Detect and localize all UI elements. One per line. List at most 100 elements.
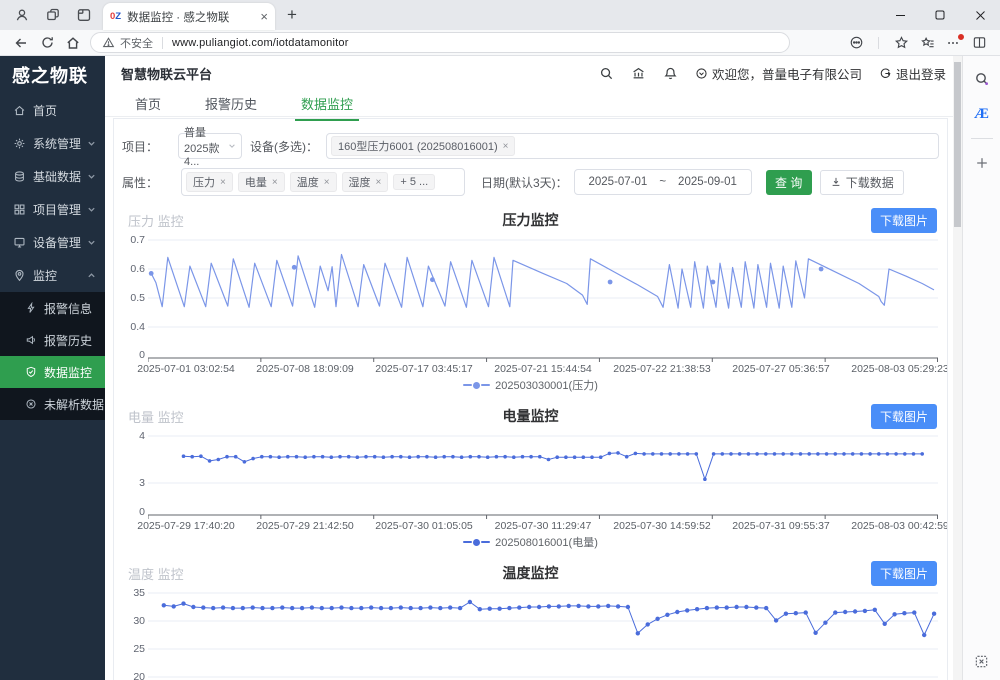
- back-icon[interactable]: [8, 32, 34, 54]
- download-image-button[interactable]: 下载图片: [871, 208, 937, 233]
- speaker-icon: [25, 334, 37, 346]
- home-icon[interactable]: [60, 32, 86, 54]
- building-icon[interactable]: [631, 66, 646, 81]
- new-tab-button[interactable]: +: [287, 5, 297, 25]
- legend-marker: [463, 541, 472, 543]
- site-favicon: 0Z: [110, 11, 121, 22]
- tag-remove-icon[interactable]: ×: [272, 177, 278, 188]
- submenu-item-unparsed-data[interactable]: 未解析数据: [0, 388, 105, 420]
- attr-tag[interactable]: 湿度×: [342, 172, 389, 192]
- favorites-star-icon[interactable]: [888, 32, 914, 54]
- browser-tab-strip: 0Z 数据监控 · 感之物联 × +: [0, 0, 1000, 30]
- browser-tab[interactable]: 0Z 数据监控 · 感之物联 ×: [103, 3, 275, 30]
- attr-tag[interactable]: 温度×: [290, 172, 337, 192]
- download-image-button[interactable]: 下载图片: [871, 561, 937, 586]
- reader-icon[interactable]: [843, 32, 869, 54]
- temperature-chart-plot: [148, 591, 938, 680]
- temperature-chart-section: 温度 监控 温度监控 下载图片 35302520: [122, 561, 939, 680]
- close-button[interactable]: [960, 0, 1000, 30]
- download-image-button[interactable]: 下载图片: [871, 404, 937, 429]
- search-icon[interactable]: [599, 66, 614, 81]
- attr-tag[interactable]: 压力×: [186, 172, 233, 192]
- attr-more-tag[interactable]: + 5 ...: [393, 174, 435, 190]
- date-range-picker[interactable]: 2025-07-01 ~ 2025-09-01: [574, 169, 752, 195]
- address-bar[interactable]: 不安全 www.puliangiot.com/iotdatamonitor: [90, 32, 790, 53]
- collections-icon[interactable]: [914, 32, 940, 54]
- divider: [878, 37, 879, 49]
- y-axis-labels: 430: [122, 434, 148, 519]
- chart-title: 电量监控: [122, 406, 939, 426]
- chart-legend[interactable]: 202508016001(电量): [122, 535, 939, 549]
- not-secure-warning-icon: [102, 36, 115, 49]
- chevron-down-icon: [87, 205, 96, 214]
- home-icon: [13, 104, 26, 117]
- minimize-button[interactable]: [880, 0, 920, 30]
- tag-remove-icon[interactable]: ×: [324, 177, 330, 188]
- device-tag[interactable]: 160型压力6001 (202508016001)×: [331, 136, 515, 156]
- chevron-down-icon: [87, 172, 96, 181]
- device-icon: [13, 236, 26, 249]
- x-axis-labels: 2025-07-01 03:02:542025-07-08 18:09:0920…: [148, 362, 939, 374]
- attr-tags-box[interactable]: 压力×电量×温度×湿度×+ 5 ...: [181, 168, 465, 196]
- browser-toolbar: 不安全 www.puliangiot.com/iotdatamonitor: [0, 30, 1000, 56]
- workspaces-icon[interactable]: [41, 3, 65, 27]
- query-button[interactable]: 查 询: [766, 170, 812, 195]
- sidebar-item-devices[interactable]: 设备管理: [0, 226, 105, 259]
- sidebar-item-monitor[interactable]: 监控: [0, 259, 105, 292]
- date-label: 日期(默认3天)：: [481, 174, 568, 191]
- chart-side-label: 压力 监控: [128, 211, 184, 230]
- add-sidebar-app-icon[interactable]: [971, 152, 993, 174]
- logout-button[interactable]: 退出登录: [879, 64, 946, 83]
- tab-alarm-history[interactable]: 报警历史: [201, 91, 261, 121]
- chart-side-label: 温度 监控: [128, 564, 184, 583]
- submenu-item-data-monitor[interactable]: 数据监控: [0, 356, 105, 388]
- project-label: 项目：: [122, 138, 158, 155]
- bolt-icon: [25, 302, 37, 314]
- device-multiselect[interactable]: 160型压力6001 (202508016001)×: [326, 133, 939, 159]
- y-axis-labels: 0.70.60.50.40: [122, 238, 148, 362]
- capture-tool-icon[interactable]: [971, 650, 993, 672]
- page-tabs: 首页 报警历史 数据监控: [105, 91, 962, 117]
- tab-data-monitor[interactable]: 数据监控: [297, 91, 357, 121]
- database-icon: [13, 170, 26, 183]
- chart-title: 温度监控: [122, 563, 939, 583]
- more-menu-icon[interactable]: [940, 32, 966, 54]
- content-card: 项目： 普量2025款4... 设备(多选)： 160型压力6001 (2025…: [113, 118, 948, 680]
- copilot-icon[interactable]: Æ: [971, 103, 993, 125]
- sidebar-search-icon[interactable]: [971, 68, 993, 90]
- attr-tag[interactable]: 电量×: [238, 172, 285, 192]
- sidebar-item-basedata[interactable]: 基础数据: [0, 160, 105, 193]
- submenu-item-alarm-history[interactable]: 报警历史: [0, 324, 105, 356]
- refresh-icon[interactable]: [34, 32, 60, 54]
- location-pin-icon: [13, 269, 26, 282]
- chart-side-label: 电量 监控: [128, 407, 184, 426]
- sidebar-item-projects[interactable]: 项目管理: [0, 193, 105, 226]
- download-data-button[interactable]: 下载数据: [820, 170, 904, 195]
- tag-remove-icon[interactable]: ×: [503, 141, 509, 152]
- sidebar-item-system[interactable]: 系统管理: [0, 127, 105, 160]
- sidebar-item-home[interactable]: 首页: [0, 94, 105, 127]
- page-scrollbar[interactable]: [953, 56, 962, 680]
- bell-icon[interactable]: [663, 66, 678, 81]
- project-select[interactable]: 普量2025款4...: [178, 133, 242, 159]
- chart-legend[interactable]: 202503030001(压力): [122, 378, 939, 392]
- tab-actions-icon[interactable]: [72, 3, 96, 27]
- scrollbar-thumb[interactable]: [954, 62, 961, 227]
- logout-icon: [879, 67, 892, 80]
- power-chart-section: 电量 监控 电量监控 下载图片 430 2025-07-29 17:40:202…: [122, 404, 939, 549]
- chevron-down-icon: [87, 238, 96, 247]
- split-screen-icon[interactable]: [966, 32, 992, 54]
- tag-remove-icon[interactable]: ×: [220, 177, 226, 188]
- main-content: 智慧物联云平台 欢迎您，普量电子有限公司 退出登录 首页 报警历史 数据监控: [105, 56, 962, 680]
- tab-home[interactable]: 首页: [131, 91, 165, 121]
- divider: [162, 37, 163, 49]
- maximize-button[interactable]: [920, 0, 960, 30]
- submenu-item-alarm-info[interactable]: 报警信息: [0, 292, 105, 324]
- welcome-user[interactable]: 欢迎您，普量电子有限公司: [695, 64, 862, 83]
- profile-icon[interactable]: [10, 3, 34, 27]
- y-axis-labels: 35302520: [122, 591, 148, 680]
- tab-close-icon[interactable]: ×: [260, 9, 268, 24]
- tag-remove-icon[interactable]: ×: [376, 177, 382, 188]
- divider: [971, 138, 993, 139]
- shield-check-icon: [25, 366, 37, 378]
